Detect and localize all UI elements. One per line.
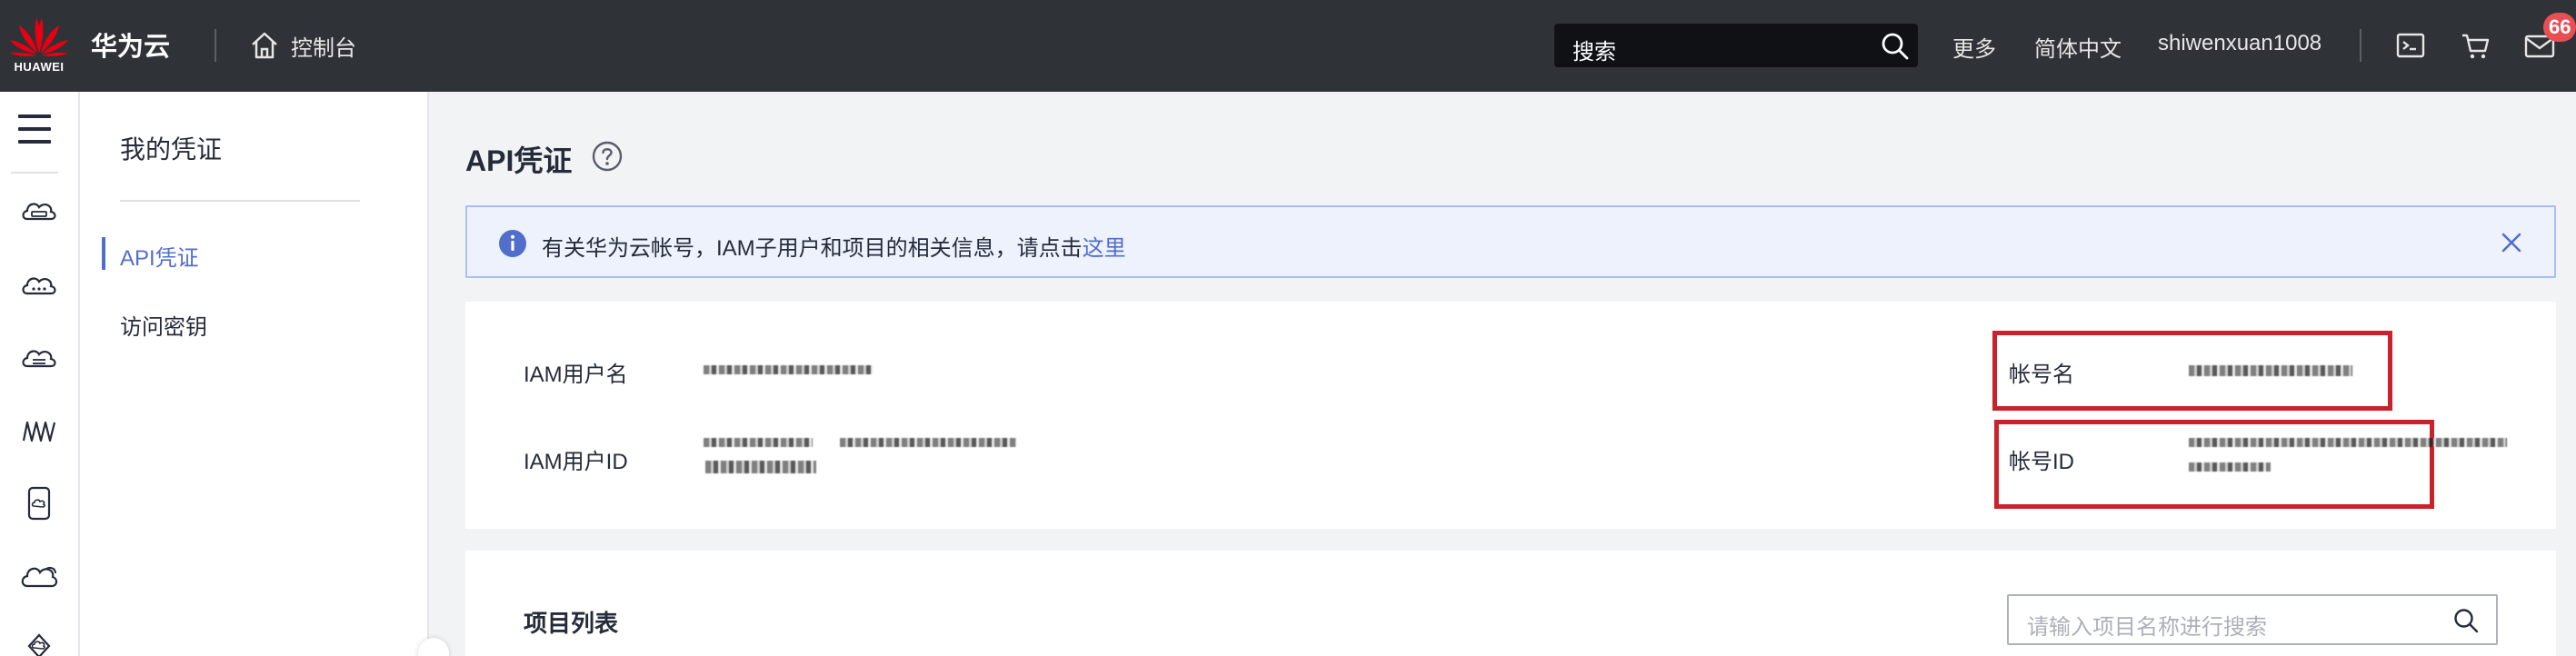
iam-user-name-label: IAM用户名 [524, 363, 628, 387]
monitoring-icon[interactable] [18, 410, 60, 452]
messages-badge: 66 [2543, 13, 2576, 42]
divider [215, 29, 216, 62]
account-id-value-redacted [2189, 438, 2507, 447]
console-label: 控制台 [291, 35, 356, 61]
console-link[interactable]: 控制台 [249, 25, 356, 66]
cloud-storage-icon[interactable] [18, 337, 60, 379]
credentials-card: IAM用户名 IAM用户ID 帐号名 帐号ID [465, 302, 2556, 529]
project-list-title: 项目列表 [524, 610, 619, 637]
user-menu[interactable]: shiwenxuan1008 [2158, 31, 2321, 56]
sidebar-item-access-keys[interactable]: 访问密钥 [120, 309, 207, 341]
top-bar: HUAWEI 华为云 控制台 搜索 更多 简体中文 shiwenxuan1008… [0, 0, 2576, 92]
global-search-input[interactable]: 搜索 [1554, 24, 1918, 67]
account-name-label: 帐号名 [2009, 363, 2074, 387]
cloud-upload-icon[interactable] [18, 628, 60, 656]
divider [2360, 29, 2361, 62]
more-link[interactable]: 更多 [1952, 31, 1996, 63]
project-search-input[interactable]: 请输入项目名称进行搜索 [2007, 594, 2498, 645]
service-rail [0, 92, 80, 656]
iam-user-name-value-redacted [704, 365, 873, 374]
device-icon[interactable] [18, 482, 60, 524]
notice-text: 有关华为云帐号，IAM子用户和项目的相关信息，请点击这里 [542, 230, 1126, 262]
info-icon [499, 230, 526, 257]
divider [120, 200, 360, 202]
account-id-label: 帐号ID [2009, 450, 2074, 474]
active-indicator [102, 237, 105, 270]
side-nav-title: 我的凭证 [120, 135, 223, 164]
huawei-logo[interactable]: HUAWEI [7, 13, 71, 80]
terminal-icon[interactable] [2394, 29, 2427, 62]
iam-user-id-value-redacted [840, 438, 1016, 447]
sidebar-item-api-credentials[interactable]: API凭证 [120, 240, 199, 272]
logo-wordmark: HUAWEI [14, 60, 65, 74]
language-switch[interactable]: 简体中文 [2034, 31, 2122, 63]
cart-icon[interactable] [2460, 29, 2492, 62]
search-icon[interactable] [1880, 31, 1911, 62]
cloud-icon[interactable] [18, 555, 60, 597]
brand-name[interactable]: 华为云 [91, 25, 170, 64]
iam-user-id-label: IAM用户ID [524, 450, 628, 474]
divider [11, 172, 58, 174]
home-icon [252, 32, 277, 59]
notice-message: 有关华为云帐号，IAM子用户和项目的相关信息，请点击 [542, 236, 1083, 261]
info-notice: 有关华为云帐号，IAM子用户和项目的相关信息，请点击这里 [465, 205, 2556, 278]
cloud-server-icon[interactable] [18, 192, 60, 234]
account-name-value-redacted [2189, 365, 2352, 376]
iam-user-id-value-redacted [704, 438, 813, 447]
iam-user-id-value-redacted [705, 461, 816, 473]
cloud-network-icon[interactable] [18, 264, 60, 306]
huawei-logo-icon [10, 18, 68, 56]
project-list-card: 项目列表 请输入项目名称进行搜索 [465, 551, 2556, 656]
notice-link[interactable]: 这里 [1083, 236, 1126, 261]
side-nav: 我的凭证 API凭证 访问密钥 [80, 92, 429, 656]
search-icon[interactable] [2452, 607, 2480, 634]
menu-icon[interactable] [18, 114, 51, 144]
account-id-value-redacted [2189, 462, 2271, 472]
close-icon[interactable] [2496, 227, 2527, 258]
page-title: API凭证 [465, 144, 573, 177]
help-icon[interactable] [591, 140, 624, 173]
collapse-sidebar-handle[interactable] [418, 638, 449, 656]
search-placeholder: 搜索 [1573, 40, 1616, 65]
project-search-placeholder: 请输入项目名称进行搜索 [2027, 615, 2267, 640]
